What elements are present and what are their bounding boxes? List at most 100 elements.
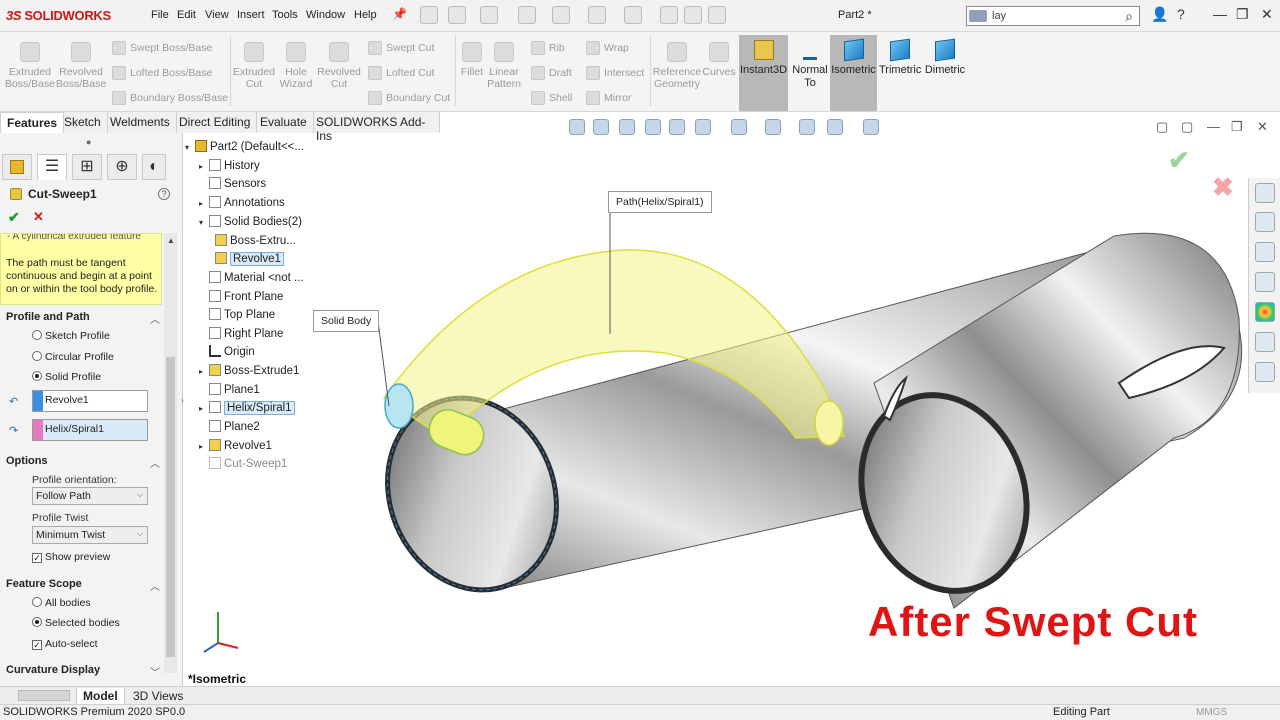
scroll-up-icon[interactable]: ▲ — [167, 236, 175, 245]
user-icon[interactable]: 👤 — [1151, 6, 1168, 23]
sketch-profile-radio[interactable]: Sketch Profile — [32, 330, 110, 342]
tree-item-revolve-body[interactable]: Revolve1 — [215, 252, 284, 266]
fillet-button[interactable]: Fillet — [457, 42, 487, 78]
home-icon[interactable] — [420, 6, 438, 24]
show-preview-checkbox[interactable]: ✓ Show preview — [32, 551, 110, 563]
swept-cut-button[interactable]: Swept Cut — [368, 41, 434, 55]
section-view-icon[interactable] — [645, 119, 661, 135]
tab-direct-editing[interactable]: Direct Editing — [173, 112, 258, 133]
feature-manager-tab[interactable] — [2, 154, 32, 180]
tree-item-cut-sweep1[interactable]: Cut-Sweep1 — [199, 457, 287, 470]
print-icon[interactable] — [552, 6, 570, 24]
tab-weldments[interactable]: Weldments — [104, 112, 177, 133]
swept-boss-button[interactable]: Swept Boss/Base — [112, 41, 212, 55]
collapse-chevron-icon[interactable]: ︿ — [150, 455, 160, 470]
collapse-chevron-icon[interactable]: ︿ — [150, 578, 160, 593]
menu-view[interactable]: View — [205, 9, 229, 21]
help-icon[interactable]: ? — [158, 188, 170, 200]
ok-check-icon[interactable]: ✔ — [8, 209, 20, 226]
expand-icon[interactable]: ▸ — [199, 162, 209, 171]
extruded-boss-button[interactable]: Extruded Boss/Base — [4, 42, 56, 90]
expand-icon[interactable]: ▸ — [199, 442, 209, 451]
tree-item-annotations[interactable]: ▸ Annotations — [199, 196, 285, 209]
revolved-boss-button[interactable]: Revolved Boss/Base — [56, 42, 106, 90]
solidworks-resources-home-icon[interactable] — [1255, 183, 1275, 203]
tool-body-field[interactable]: Revolve1 — [32, 390, 148, 412]
tree-item-origin[interactable]: Origin — [199, 345, 255, 358]
tree-root[interactable]: ▾ Part2 (Default<<... — [185, 140, 304, 153]
file-explorer-icon[interactable] — [1255, 242, 1275, 262]
expand-chevron-icon[interactable]: ﹀ — [150, 664, 160, 679]
path-field[interactable]: Helix/Spiral1 — [32, 419, 148, 441]
help-question-icon[interactable]: ? — [1177, 6, 1185, 22]
expand-icon[interactable]: ▸ — [199, 199, 209, 208]
solid-body-callout[interactable]: Solid Body — [313, 310, 380, 332]
tree-item-sensors[interactable]: Sensors — [199, 177, 266, 190]
viewport-restore-icon[interactable]: ❐ — [1231, 119, 1243, 135]
dimxpert-tab[interactable]: ⊕ — [107, 154, 137, 180]
tab-scroll-arrows-icon[interactable] — [18, 690, 70, 701]
appearances-icon[interactable] — [1255, 302, 1275, 322]
boundary-cut-button[interactable]: Boundary Cut — [368, 91, 450, 105]
sweep-end-profile[interactable] — [814, 400, 844, 446]
menu-edit[interactable]: Edit — [177, 9, 196, 21]
view-orientation-icon[interactable] — [695, 119, 711, 135]
auto-select-checkbox[interactable]: ✓ Auto-select — [32, 638, 98, 650]
tree-item-material[interactable]: Material <not ... — [199, 271, 304, 284]
boundary-boss-button[interactable]: Boundary Boss/Base — [112, 91, 228, 105]
tree-item-revolve1[interactable]: ▸ Revolve1 — [199, 439, 272, 452]
display-style-icon[interactable] — [731, 119, 747, 135]
zoom-to-fit-icon[interactable] — [569, 119, 585, 135]
expand-icon[interactable]: ▸ — [199, 404, 209, 413]
circular-profile-radio[interactable]: Circular Profile — [32, 351, 114, 363]
open-icon[interactable] — [480, 6, 498, 24]
viewport-minimize-icon[interactable]: — — [1207, 119, 1220, 134]
options-gear-icon[interactable] — [708, 6, 726, 24]
minimize-icon[interactable]: — — [1213, 6, 1227, 22]
tab-model[interactable]: Model — [76, 688, 125, 705]
viewport-close-icon[interactable]: ✕ — [1257, 119, 1268, 135]
wrap-button[interactable]: Wrap — [586, 41, 629, 55]
isometric-button[interactable]: Isometric — [830, 35, 877, 111]
tree-item-top-plane[interactable]: Top Plane — [199, 308, 275, 321]
curves-button[interactable]: Curves — [702, 42, 736, 78]
forum-icon[interactable] — [1255, 362, 1275, 382]
tree-item-right-plane[interactable]: Right Plane — [199, 327, 283, 340]
tree-item-boss-extrude-body[interactable]: Boss-Extru... — [215, 234, 296, 247]
view-settings-icon[interactable] — [863, 119, 879, 135]
dynamic-annotation-icon[interactable] — [669, 119, 685, 135]
intersect-button[interactable]: Intersect — [586, 66, 644, 80]
mirror-button[interactable]: Mirror — [586, 91, 631, 105]
confirm-ok-check-icon[interactable]: ✔ — [1168, 145, 1190, 176]
trimetric-button[interactable]: Trimetric — [879, 35, 921, 111]
draft-button[interactable]: Draft — [531, 66, 572, 80]
edit-appearance-icon[interactable] — [799, 119, 815, 135]
tree-item-history[interactable]: ▸ History — [199, 159, 260, 172]
selected-bodies-radio[interactable]: Selected bodies — [32, 617, 120, 629]
reference-geometry-button[interactable]: Reference Geometry — [652, 42, 702, 90]
instant3d-button[interactable]: Instant3D — [739, 35, 788, 111]
previous-view-icon[interactable] — [619, 119, 635, 135]
menu-file[interactable]: File — [151, 9, 169, 21]
tab-sketch[interactable]: Sketch — [58, 112, 108, 133]
tree-item-plane2[interactable]: Plane2 — [199, 420, 260, 433]
cancel-x-icon[interactable]: ✕ — [33, 209, 44, 225]
tab-evaluate[interactable]: Evaluate — [254, 112, 314, 133]
apply-scene-icon[interactable] — [827, 119, 843, 135]
menu-window[interactable]: Window — [306, 9, 345, 21]
expand-icon[interactable]: ▾ — [185, 143, 195, 152]
hole-wizard-button[interactable]: Hole Wizard — [276, 42, 316, 90]
viewport-split-icon[interactable]: ▢ — [1181, 119, 1193, 135]
all-bodies-radio[interactable]: All bodies — [32, 597, 91, 609]
design-library-icon[interactable] — [1255, 212, 1275, 232]
panel-grip-icon[interactable]: ● — [86, 137, 91, 147]
rebuild-icon[interactable] — [660, 6, 678, 24]
tree-item-helix-spiral1[interactable]: ▸ Helix/Spiral1 — [199, 401, 295, 415]
menu-insert[interactable]: Insert — [237, 9, 265, 21]
tree-item-plane1[interactable]: Plane1 — [199, 383, 260, 396]
lofted-cut-button[interactable]: Lofted Cut — [368, 66, 434, 80]
tree-item-boss-extrude1[interactable]: ▸ Boss-Extrude1 — [199, 364, 299, 377]
file-properties-icon[interactable] — [684, 6, 702, 24]
feature-scope-group[interactable]: Feature Scope — [6, 578, 82, 590]
lofted-boss-button[interactable]: Lofted Boss/Base — [112, 66, 212, 80]
